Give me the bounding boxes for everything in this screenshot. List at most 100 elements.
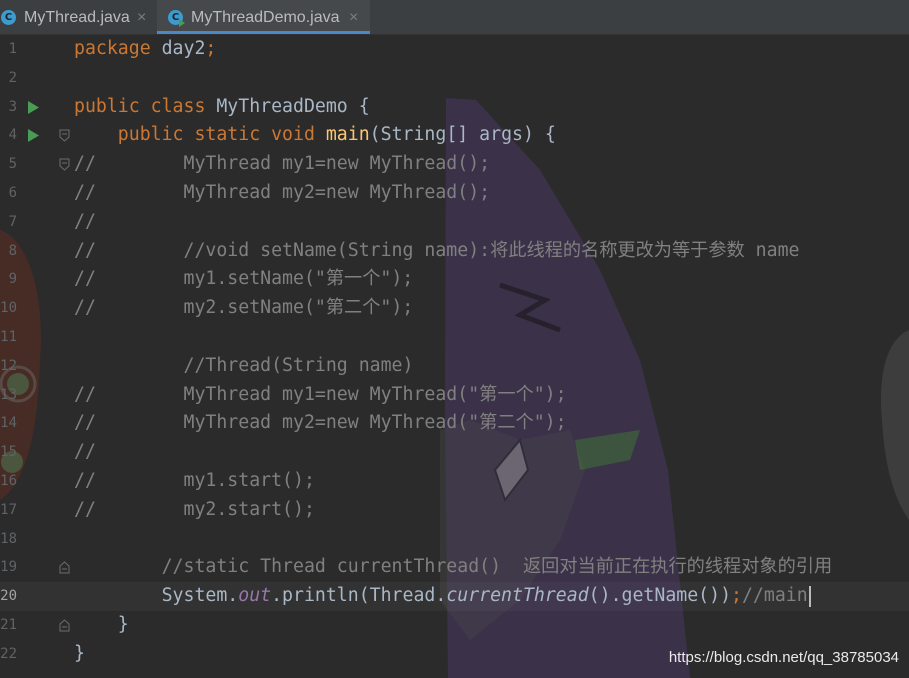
code-text: public static void main(String[] args) { — [74, 121, 556, 150]
code-token: } — [74, 642, 85, 664]
code-line-current[interactable]: 20 System.out.println(Thread.currentThre… — [0, 582, 909, 611]
fold-start-icon[interactable] — [59, 158, 70, 171]
code-line[interactable]: 13 // MyThread my1=new MyThread("第一个"); — [0, 381, 909, 410]
code-text: } — [74, 640, 85, 669]
code-token: // my1.start(); — [74, 469, 315, 491]
code-token: ().getName()) — [588, 585, 732, 607]
fold-end-icon[interactable] — [59, 561, 70, 574]
line-number: 4 — [8, 127, 17, 144]
code-text: } — [74, 611, 129, 640]
code-text: // my1.setName("第一个"); — [74, 265, 413, 294]
code-line[interactable]: 11 — [0, 323, 909, 352]
line-number: 20 — [0, 588, 17, 605]
line-number: 5 — [8, 156, 17, 173]
line-number: 22 — [0, 645, 17, 662]
code-line[interactable]: 3 public class MyThreadDemo { — [0, 93, 909, 122]
line-number: 11 — [0, 328, 17, 345]
line-number: 10 — [0, 300, 17, 317]
code-line[interactable]: 9 // my1.setName("第一个"); — [0, 265, 909, 294]
line-number: 6 — [8, 184, 17, 201]
code-token: package — [74, 38, 151, 59]
code-token: main — [325, 124, 370, 146]
line-number: 18 — [0, 530, 17, 547]
tab-label: MyThread.java — [24, 9, 130, 26]
run-icon[interactable] — [28, 129, 39, 143]
code-token: // MyThread my1=new MyThread("第一个"); — [74, 383, 567, 405]
code-line[interactable]: 21 } — [0, 611, 909, 640]
code-token: (String[] args) { — [369, 124, 556, 146]
code-token: System. — [74, 585, 239, 607]
code-token: //main — [741, 585, 808, 607]
line-number: 16 — [0, 472, 17, 489]
code-line[interactable]: 12 //Thread(String name) — [0, 352, 909, 381]
code-text: //static Thread currentThread() 返回对当前正在执… — [74, 553, 833, 582]
code-editor[interactable]: 1 package day2; 2 3 public class MyThreadDem… — [0, 35, 909, 678]
code-line[interactable]: 1 package day2; — [0, 35, 909, 64]
code-token: // MyThread my2=new MyThread(); — [74, 181, 491, 203]
code-lines: 1 package day2; 2 3 public class MyThreadDem… — [0, 35, 909, 669]
code-line[interactable]: 7 // — [0, 208, 909, 237]
code-token: //static Thread currentThread() 返回对当前正在执… — [74, 556, 833, 578]
fold-start-icon[interactable] — [59, 129, 70, 143]
line-number: 15 — [0, 444, 17, 461]
code-token: // //void setName(String name):将此线程的名称更改… — [74, 239, 800, 261]
line-number: 7 — [8, 213, 17, 230]
code-text: // my2.start(); — [74, 496, 315, 525]
line-number: 2 — [8, 69, 17, 86]
tab-label: MyThreadDemo.java — [191, 9, 340, 26]
code-line[interactable]: 16 // my1.start(); — [0, 467, 909, 496]
line-number: 3 — [8, 98, 17, 115]
code-line[interactable]: 4 public static void main(String[] args)… — [0, 121, 909, 150]
code-line[interactable]: 17 // my2.start(); — [0, 496, 909, 525]
editor-tab-bar: C MyThread.java × C MyThreadDemo.java × — [0, 0, 909, 35]
code-line[interactable]: 19 //static Thread currentThread() 返回对当前… — [0, 553, 909, 582]
code-text: // my1.start(); — [74, 467, 315, 496]
tab-mythreaddemo-java[interactable]: C MyThreadDemo.java × — [157, 0, 370, 34]
code-token: } — [74, 613, 129, 635]
code-line[interactable]: 18 — [0, 525, 909, 554]
code-text: // //void setName(String name):将此线程的名称更改… — [74, 237, 799, 266]
code-line[interactable]: 15 // — [0, 438, 909, 467]
run-icon[interactable] — [28, 100, 39, 114]
line-number: 1 — [8, 41, 17, 57]
tab-mythread-java[interactable]: C MyThread.java × — [0, 0, 157, 34]
fold-end-icon[interactable] — [59, 619, 70, 632]
watermark-url: https://blog.csdn.net/qq_38785034 — [668, 649, 899, 666]
code-text: // MyThread my2=new MyThread("第二个"); — [74, 409, 567, 438]
code-line[interactable]: 14 // MyThread my2=new MyThread("第二个"); — [0, 409, 909, 438]
code-line[interactable]: 8 // //void setName(String name):将此线程的名称更… — [0, 237, 909, 266]
java-class-icon: C — [1, 10, 16, 25]
line-number: 9 — [8, 271, 17, 288]
code-line[interactable]: 2 — [0, 64, 909, 93]
code-token: // my2.setName("第二个"); — [74, 297, 414, 319]
line-number: 8 — [8, 242, 17, 259]
code-line[interactable]: 10 // my2.setName("第二个"); — [0, 294, 909, 323]
code-text: package day2; — [74, 35, 216, 64]
code-line[interactable]: 5 // MyThread my1=new MyThread(); — [0, 150, 909, 179]
code-text: // MyThread my1=new MyThread(); — [74, 150, 490, 179]
line-number: 12 — [0, 357, 17, 374]
line-number: 21 — [0, 616, 17, 633]
code-token: // — [74, 441, 96, 463]
code-text: System.out.println(Thread.currentThread(… — [74, 582, 811, 611]
code-token: // MyThread my2=new MyThread("第二个"); — [74, 412, 567, 434]
code-token: .println(Thread. — [271, 585, 447, 607]
code-token: MyThreadDemo { — [205, 95, 370, 117]
code-token: out — [238, 585, 272, 607]
code-token: // my2.start(); — [74, 498, 315, 520]
code-token: public static void — [74, 124, 326, 146]
code-token: //Thread(String name) — [74, 354, 414, 376]
line-number: 13 — [0, 386, 17, 403]
code-text: // — [74, 438, 96, 467]
close-icon[interactable]: × — [349, 8, 358, 27]
line-number: 14 — [0, 415, 17, 432]
code-line[interactable]: 6 // MyThread my2=new MyThread(); — [0, 179, 909, 208]
code-text: //Thread(String name) — [74, 352, 413, 381]
code-token: ; — [731, 585, 742, 607]
code-text: public class MyThreadDemo { — [74, 93, 370, 122]
code-token: public class — [74, 95, 206, 117]
code-text: // my2.setName("第二个"); — [74, 294, 413, 323]
code-token: // my1.setName("第一个"); — [74, 268, 414, 290]
close-icon[interactable]: × — [137, 8, 146, 27]
code-token: ; — [205, 38, 217, 59]
